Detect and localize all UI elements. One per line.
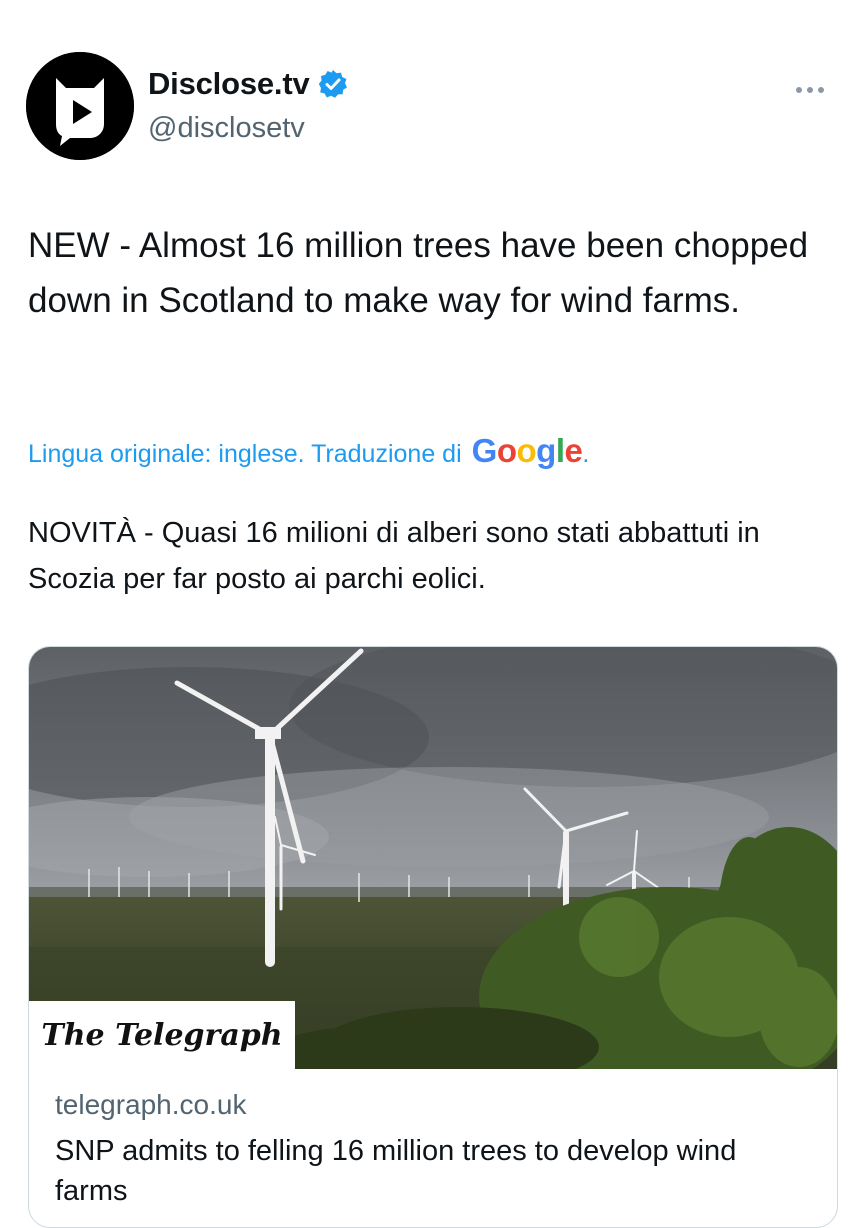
translation-note-period: . xyxy=(582,440,590,468)
publisher-badge: The Telegraph xyxy=(29,1001,295,1069)
verified-badge-icon xyxy=(318,69,348,99)
more-options-icon[interactable] xyxy=(796,80,832,93)
author-name-row[interactable]: Disclose.tv xyxy=(148,66,348,102)
google-logo: Google xyxy=(471,432,583,469)
display-name[interactable]: Disclose.tv xyxy=(148,66,310,102)
translated-text: NOVITÀ - Quasi 16 milioni di alberi sono… xyxy=(28,517,760,595)
tweet-header: Disclose.tv @disclosetv xyxy=(26,52,838,164)
tweet-text: NEW - Almost 16 million trees have been … xyxy=(28,226,809,320)
avatar[interactable] xyxy=(26,52,134,160)
disclose-tv-logo-icon xyxy=(26,52,134,160)
publisher-badge-text: The Telegraph xyxy=(41,1017,283,1053)
author-handle[interactable]: @disclosetv xyxy=(148,112,305,145)
link-card[interactable]: The Telegraph telegraph.co.uk SNP admits… xyxy=(28,646,838,1228)
card-title[interactable]: SNP admits to felling 16 million trees t… xyxy=(55,1131,815,1211)
translation-note[interactable]: Lingua originale: inglese. Traduzione di… xyxy=(28,432,589,470)
card-domain[interactable]: telegraph.co.uk xyxy=(55,1089,246,1121)
translation-note-label: Lingua originale: inglese. Traduzione di xyxy=(28,440,462,468)
